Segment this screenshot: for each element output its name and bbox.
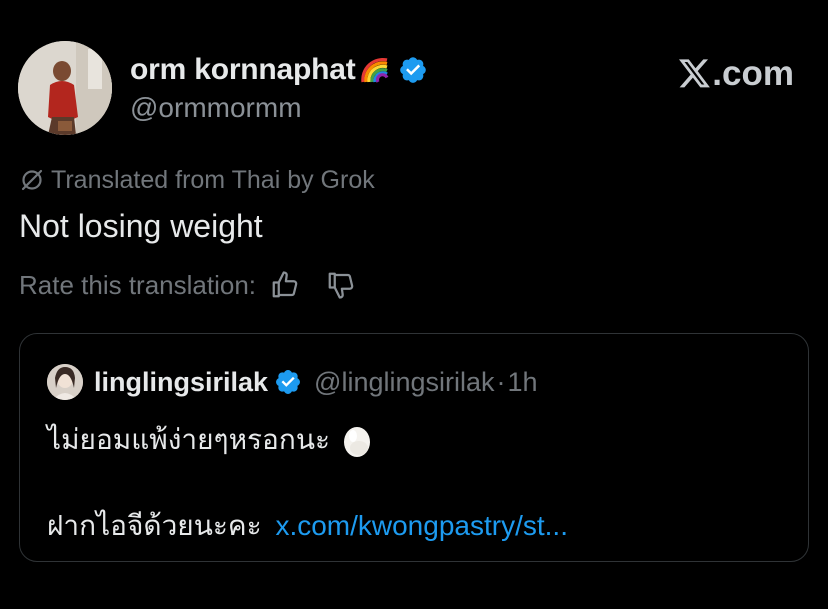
- egg-emoji: [342, 422, 372, 458]
- post-screenshot: orm kornnaphat @ormmormm .com Translated…: [0, 0, 828, 609]
- quoted-post-card[interactable]: linglingsirilak @linglingsirilak·1h ไม่ย…: [19, 333, 809, 562]
- quoted-author-name[interactable]: linglingsirilak: [94, 367, 268, 398]
- rainbow-emoji: [360, 55, 390, 85]
- quoted-post-text-1: ไม่ยอมแพ้ง่ายๆหรอกนะ: [47, 424, 331, 455]
- author-handle[interactable]: @ormmormm: [130, 92, 302, 124]
- quoted-author-avatar[interactable]: [47, 364, 83, 400]
- x-logo-icon: [679, 59, 711, 89]
- verified-badge-icon: [274, 368, 302, 396]
- quoted-post-link[interactable]: x.com/kwongpastry/st...: [275, 510, 568, 541]
- quoted-post-header: linglingsirilak @linglingsirilak·1h: [47, 364, 538, 400]
- author-name-row[interactable]: orm kornnaphat: [130, 52, 428, 88]
- quoted-post-text-2: ฝากไอจีด้วยนะคะ: [47, 510, 262, 541]
- quoted-post-line-1: ไม่ยอมแพ้ง่ายๆหรอกนะ: [47, 418, 372, 462]
- quoted-author-handle[interactable]: @linglingsirilak·1h: [314, 367, 538, 398]
- post-text: Not losing weight: [19, 208, 263, 244]
- quoted-post-line-2: ฝากไอจีด้วยนะคะ x.com/kwongpastry/st...: [47, 504, 568, 548]
- x-com-logo: .com: [679, 54, 794, 94]
- rate-translation-label: Rate this translation:: [19, 269, 257, 300]
- translate-icon: [19, 167, 45, 193]
- quoted-post-time: 1h: [507, 366, 538, 397]
- author-display-name[interactable]: orm kornnaphat: [130, 53, 356, 87]
- author-avatar[interactable]: [18, 41, 112, 135]
- rate-translation-row: Rate this translation:: [19, 268, 356, 302]
- x-com-text: .com: [712, 54, 794, 93]
- thumbs-up-icon[interactable]: [270, 270, 300, 300]
- translation-note-text[interactable]: Translated from Thai by Grok: [51, 166, 375, 195]
- thumbs-down-icon[interactable]: [326, 270, 356, 300]
- meta-separator: ·: [496, 366, 506, 397]
- verified-badge-icon: [398, 55, 428, 85]
- translation-note: Translated from Thai by Grok: [19, 164, 375, 196]
